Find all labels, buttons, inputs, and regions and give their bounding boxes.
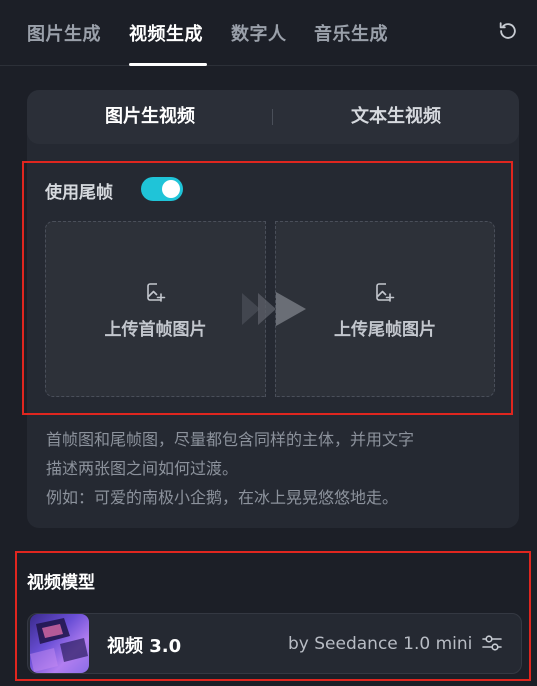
active-tab-indicator xyxy=(129,63,207,66)
tab-image-generation[interactable]: 图片生成 xyxy=(27,20,101,46)
tab-digital-human[interactable]: 数字人 xyxy=(231,20,287,46)
top-tab-bar: 图片生成 视频生成 数字人 音乐生成 xyxy=(0,0,537,66)
image-add-icon xyxy=(376,283,395,302)
tab-video-generation[interactable]: 视频生成 xyxy=(129,20,203,46)
refresh-icon[interactable] xyxy=(497,20,519,42)
model-thumbnail-art xyxy=(30,618,88,672)
model-selector[interactable]: 视频 3.0 by Seedance 1.0 mini xyxy=(27,613,522,674)
text-to-video-option[interactable]: 文本生视频 xyxy=(273,90,519,144)
model-name: 视频 3.0 xyxy=(107,636,182,657)
video-generation-panel: 图片生成 视频生成 数字人 音乐生成 图片生视频 文本生视频 使用尾帧 上传首帧… xyxy=(0,0,537,686)
hint-line-2: 描述两张图之间如何过渡。 xyxy=(46,459,239,478)
end-frame-toggle-label: 使用尾帧 xyxy=(45,183,113,203)
sliders-icon[interactable] xyxy=(481,632,503,654)
upload-first-frame-button[interactable]: 上传首帧图片 xyxy=(45,221,266,397)
toggle-knob xyxy=(162,180,180,198)
model-thumbnail xyxy=(30,614,89,673)
hint-line-1: 首帧图和尾帧图，尽量都包含同样的主体，并用文字 xyxy=(46,430,415,449)
image-add-icon xyxy=(146,283,165,302)
image-to-video-option[interactable]: 图片生视频 xyxy=(27,90,273,144)
forward-arrows-icon xyxy=(242,292,306,326)
model-section-title: 视频模型 xyxy=(27,573,95,593)
hint-line-3: 例如：可爱的南极小企鹅，在冰上晃晃悠悠地走。 xyxy=(46,488,399,507)
end-frame-toggle[interactable] xyxy=(141,177,183,201)
upload-first-frame-label: 上传首帧图片 xyxy=(104,320,207,340)
mode-switch: 图片生视频 文本生视频 xyxy=(27,90,519,144)
end-frame-hint: 首帧图和尾帧图，尽量都包含同样的主体，并用文字 描述两张图之间如何过渡。 例如：… xyxy=(46,425,506,512)
model-provider: by Seedance 1.0 mini xyxy=(288,634,473,654)
tab-music-generation[interactable]: 音乐生成 xyxy=(314,20,388,46)
